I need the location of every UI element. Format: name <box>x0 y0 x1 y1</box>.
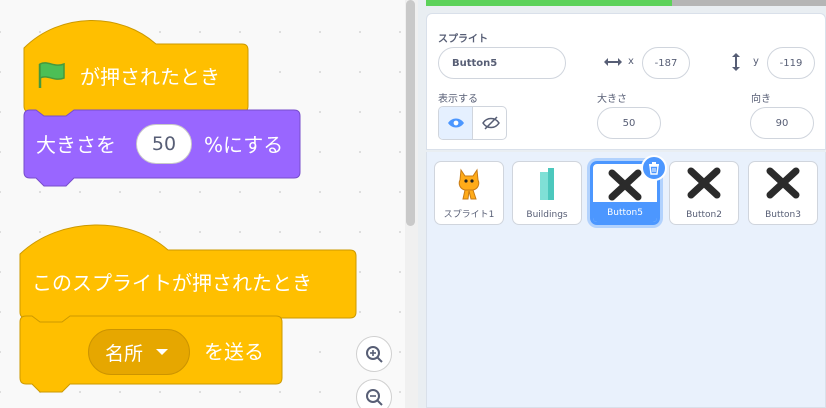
cat-icon <box>458 168 480 200</box>
when-flag-clicked-label: が押されたとき <box>80 65 220 89</box>
zoom-out-button[interactable] <box>356 379 392 408</box>
sprite-tile-name: Button3 <box>765 210 801 220</box>
sprite-tile-name: Button5 <box>607 208 643 218</box>
x-position-input[interactable]: -187 <box>642 47 690 79</box>
direction-input[interactable]: 90 <box>750 107 814 139</box>
x-icon <box>608 169 642 201</box>
sprite-tile-name: Button2 <box>686 210 722 220</box>
x-position-value: -187 <box>654 57 678 69</box>
direction-value: 90 <box>775 117 789 129</box>
sprite-info-panel: スプライト Button5 x -187 y -119 表示する 大きさ 50 <box>426 13 826 150</box>
code-area-scrollbar[interactable] <box>406 0 415 226</box>
dropdown-arrow-icon <box>156 349 169 355</box>
sprite-tile-name: スプライト1 <box>443 210 495 220</box>
set-size-label: 大きさを <box>36 133 116 157</box>
eye-slash-icon <box>482 116 500 130</box>
size-input[interactable]: 50 <box>597 107 661 139</box>
visibility-toggle <box>438 106 507 140</box>
y-position-icon <box>732 53 740 71</box>
y-position-input[interactable]: -119 <box>767 47 815 79</box>
x-label: x <box>628 56 634 67</box>
show-button[interactable] <box>439 107 473 139</box>
x-position-icon <box>604 58 622 66</box>
delete-sprite-button[interactable] <box>641 155 667 181</box>
zoom-out-icon <box>366 389 383 406</box>
trash-icon <box>649 161 659 175</box>
when-sprite-clicked-label: このスプライトが押されたとき <box>32 271 312 295</box>
broadcast-message-dropdown[interactable]: 名所 <box>88 329 190 375</box>
y-label: y <box>753 56 759 67</box>
hide-button[interactable] <box>474 107 506 139</box>
y-position-value: -119 <box>779 57 803 69</box>
sprite-name-label: スプライト <box>438 34 488 45</box>
size-number-input[interactable]: 50 <box>136 124 192 164</box>
stage-strip-fill <box>426 0 672 6</box>
eye-icon <box>447 118 464 128</box>
size-value: 50 <box>622 117 636 129</box>
sprite-name-field[interactable]: Button5 <box>438 47 566 79</box>
sprite-tile-sprite1[interactable]: スプライト1 <box>434 161 504 225</box>
x-icon <box>687 167 721 199</box>
direction-label: 向き <box>751 94 771 105</box>
zoom-in-button[interactable] <box>356 336 392 372</box>
sprite-tile-name: Buildings <box>526 210 568 220</box>
sprite-tile-button3[interactable]: Button3 <box>748 161 818 225</box>
size-label: 大きさ <box>597 94 627 105</box>
sprite-name-value: Button5 <box>452 57 498 69</box>
broadcast-message-value: 名所 <box>105 342 144 365</box>
x-icon <box>766 167 800 199</box>
broadcast-label: を送る <box>204 340 264 364</box>
code-area[interactable]: が押されたとき 大きさを 50 %にする このスプライトが押されたとき 名所 を… <box>0 0 405 408</box>
building-icon <box>540 168 554 200</box>
script-blocks <box>19 20 357 393</box>
sprite-tile-buildings[interactable]: Buildings <box>512 161 582 225</box>
show-label: 表示する <box>438 94 478 105</box>
sprite-tile-button2[interactable]: Button2 <box>669 161 739 225</box>
set-size-unit-label: %にする <box>204 133 284 157</box>
zoom-in-icon <box>366 346 383 363</box>
